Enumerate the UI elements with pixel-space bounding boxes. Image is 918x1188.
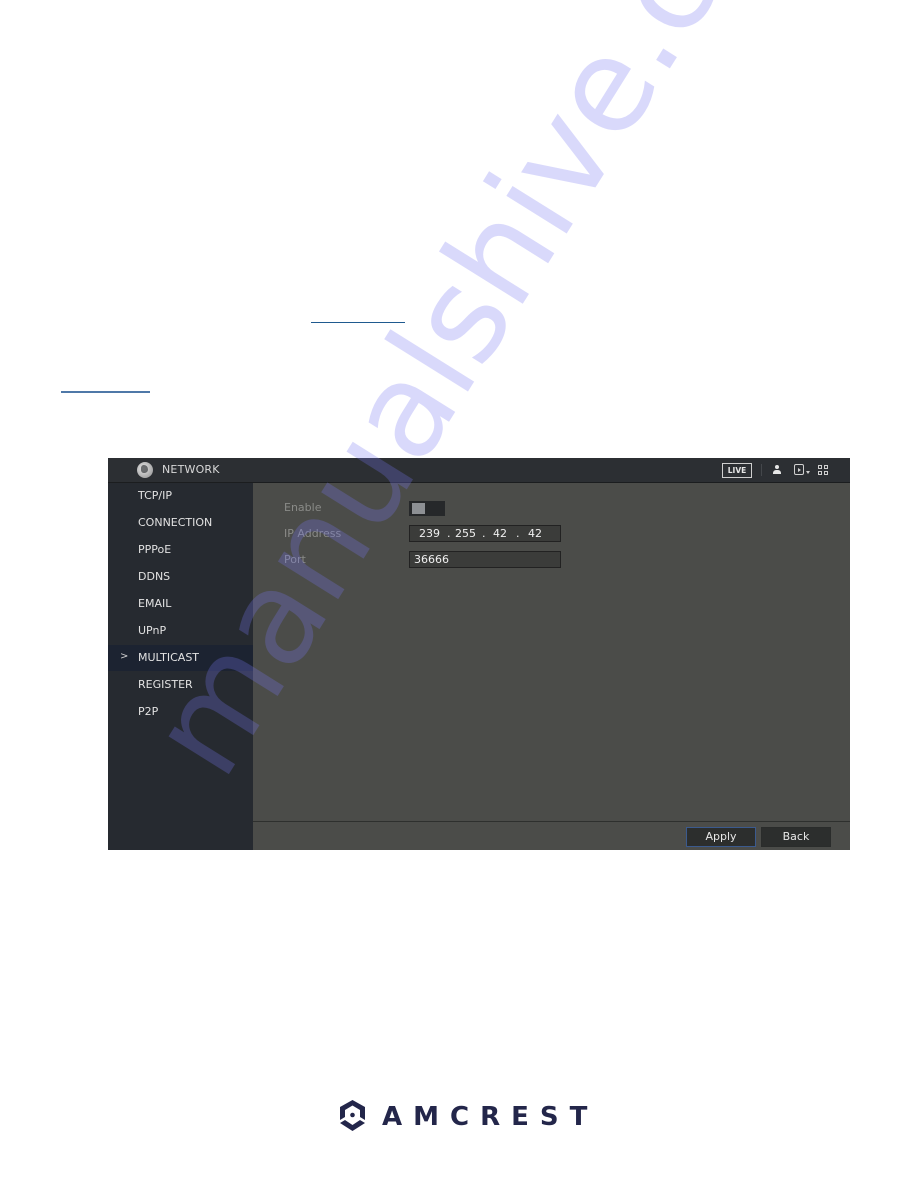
ip-dot: . [516,527,520,540]
sidebar-item-label: PPPoE [138,543,172,556]
multicast-settings-panel: Enable IP Address 239 . 255 . 42 . 42 Po… [253,483,850,850]
ip-dot: . [447,527,451,540]
ip-dot: . [482,527,486,540]
user-icon[interactable] [773,465,781,475]
back-button[interactable]: Back [761,827,831,847]
ip-octet-3[interactable]: 42 [493,527,507,540]
sidebar-item-pppoe[interactable]: PPPoE [108,537,253,563]
sidebar-item-connection[interactable]: CONNECTION [108,510,253,536]
port-field[interactable]: 36666 [409,551,561,568]
live-button[interactable]: LIVE [722,463,752,478]
amcrest-logo: AMCREST [337,1098,587,1134]
brand-name: AMCREST [382,1102,599,1132]
footer-divider [253,821,850,822]
dvr-network-window: NETWORK LIVE TCP/IP CONNECTION PPPoE DDN… [108,458,850,850]
window-header: NETWORK LIVE [108,458,850,483]
ip-octet-1[interactable]: 239 [419,527,440,540]
logout-icon[interactable] [794,464,804,475]
sidebar-item-label: UPnP [138,624,167,637]
sidebar-item-label: MULTICAST [138,651,200,664]
hyperlink-underline[interactable] [61,391,150,393]
sidebar-item-multicast[interactable]: > MULTICAST [108,645,253,671]
sidebar-item-label: EMAIL [138,597,172,610]
enable-toggle[interactable] [409,501,445,516]
caret-down-icon[interactable] [806,471,810,474]
sidebar-item-p2p[interactable]: P2P [108,699,253,725]
sidebar-item-label: TCP/IP [138,489,172,502]
header-divider [761,464,762,476]
ip-address-label: IP Address [284,527,342,540]
port-value: 36666 [414,553,449,566]
enable-label: Enable [284,501,322,514]
sidebar-item-register[interactable]: REGISTER [108,672,253,698]
ip-octet-4[interactable]: 42 [528,527,542,540]
chevron-right-icon: > [120,651,129,662]
ip-octet-2[interactable]: 255 [455,527,476,540]
sidebar-item-email[interactable]: EMAIL [108,591,253,617]
window-title: NETWORK [162,463,220,476]
sidebar-item-upnp[interactable]: UPnP [108,618,253,644]
sidebar-item-label: P2P [138,705,159,718]
amcrest-hexagon-icon [340,1100,365,1131]
ip-address-field[interactable]: 239 . 255 . 42 . 42 [409,525,561,542]
grid-icon[interactable] [818,465,828,475]
sidebar-item-label: DDNS [138,570,171,583]
globe-icon [137,462,153,478]
apply-button[interactable]: Apply [686,827,756,847]
hyperlink-underline[interactable] [311,322,405,323]
sidebar-item-ddns[interactable]: DDNS [108,564,253,590]
toggle-knob [412,503,425,514]
sidebar: TCP/IP CONNECTION PPPoE DDNS EMAIL UPnP … [108,483,253,850]
sidebar-item-label: REGISTER [138,678,193,691]
port-label: Port [284,553,306,566]
sidebar-item-tcpip[interactable]: TCP/IP [108,483,253,509]
sidebar-item-label: CONNECTION [138,516,213,529]
